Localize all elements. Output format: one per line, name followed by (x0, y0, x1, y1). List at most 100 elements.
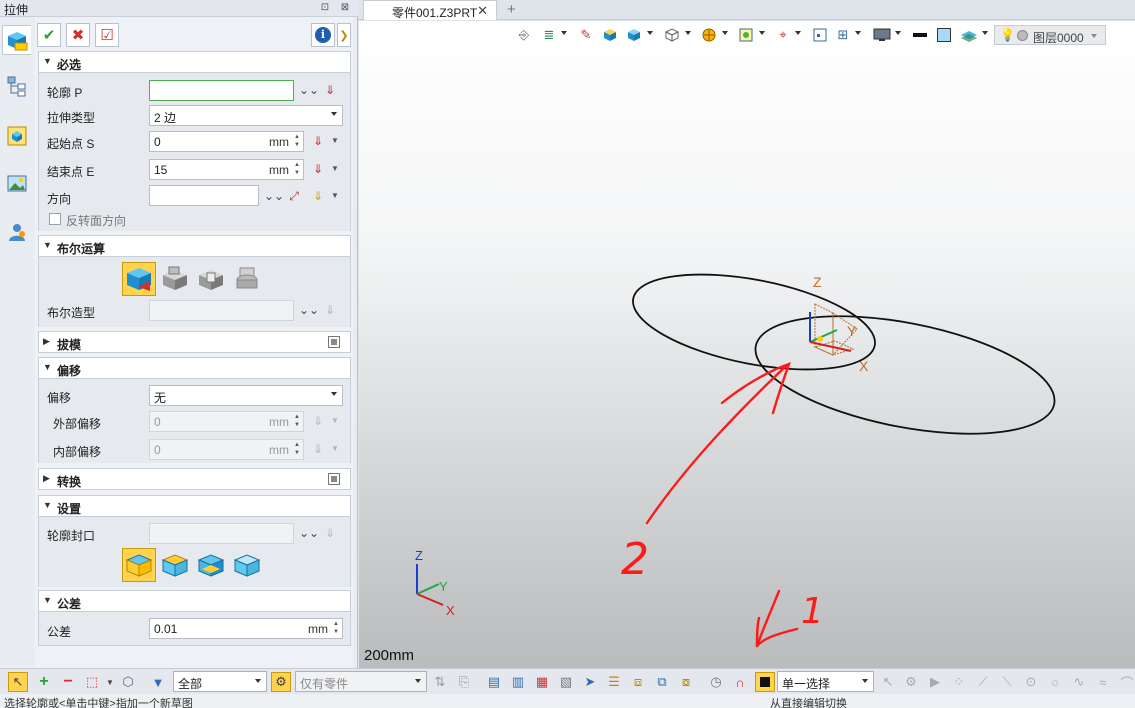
outer-offset-caret-icon[interactable]: ▼ (331, 416, 339, 425)
boolean-base-button[interactable] (122, 262, 156, 296)
cursor-gray-icon[interactable]: ↖ (878, 672, 898, 692)
cap-input[interactable] (149, 523, 294, 544)
vtab-views[interactable] (2, 169, 31, 199)
sketch-circle-front[interactable] (746, 295, 1064, 455)
cap-chevron-icon[interactable]: ⌄⌄ (299, 524, 319, 542)
boolean-intersect-button[interactable] (230, 262, 264, 296)
select-list-icon[interactable]: ☰ (604, 672, 624, 692)
direction-pick-icon[interactable]: ⇓ (309, 187, 327, 205)
ok-button[interactable]: ✔ (37, 23, 61, 47)
pick-cursor-icon[interactable]: ↖ (8, 672, 28, 692)
sketch-circle-back[interactable] (625, 257, 883, 386)
boolean-pick-icon[interactable]: ⇓ (321, 301, 339, 319)
profile-input[interactable] (149, 80, 294, 101)
inner-offset-pick-icon[interactable]: ⇓ (309, 440, 327, 458)
end-pick-caret-icon[interactable]: ▼ (331, 164, 339, 173)
vtab-history[interactable] (2, 71, 31, 101)
inner-offset-caret-icon[interactable]: ▼ (331, 444, 339, 453)
history-clock-icon[interactable]: ◷ (706, 672, 726, 692)
transform-enable-checkbox[interactable] (328, 473, 340, 485)
diag-snap-icon[interactable]: ⟍ (997, 672, 1017, 692)
outer-offset-input[interactable]: 0 mm ▲ ▼ (149, 411, 304, 432)
reverse-face-checkbox[interactable] (49, 213, 61, 225)
box-select-caret-icon[interactable]: ▼ (100, 672, 120, 692)
section-required-header[interactable]: ▼ 必选 (38, 51, 351, 73)
center-snap-icon[interactable]: ⊙ (1021, 672, 1041, 692)
magnet-icon[interactable]: ∩ (730, 672, 750, 692)
close-tab-icon[interactable]: ✕ (477, 3, 488, 19)
boolean-chevron-icon[interactable]: ⌄⌄ (299, 301, 319, 319)
arc-snap-icon[interactable]: ⌒ (1117, 672, 1135, 692)
spinner-icon[interactable]: ▲ ▼ (293, 133, 301, 149)
spinner-icon[interactable]: ▲ ▼ (293, 413, 301, 429)
select-vertex-icon[interactable]: ▦ (532, 672, 552, 692)
extrude-type-select[interactable]: 2 边 (149, 105, 343, 126)
collapse-panel-button[interactable]: ❯ (337, 23, 351, 47)
direction-pick-caret-icon[interactable]: ▼ (331, 191, 339, 200)
direction-input[interactable] (149, 185, 259, 206)
select-group-icon[interactable]: ⧇ (676, 672, 696, 692)
tab-document[interactable]: 零件001.Z3PRT ✕ (363, 0, 497, 20)
part-filter-icon[interactable]: ⚙ (271, 672, 291, 692)
cancel-button[interactable]: ✖ (66, 23, 90, 47)
draft-enable-checkbox[interactable] (328, 336, 340, 348)
select-part-icon[interactable]: ⧈ (628, 672, 648, 692)
play-icon[interactable]: ▶ (925, 672, 945, 692)
add-selection-icon[interactable]: + (34, 672, 54, 692)
section-tolerance-header[interactable]: ▼ 公差 (38, 590, 351, 612)
select-body-icon[interactable]: ⧉ (652, 672, 672, 692)
end-pick-icon[interactable]: ⇓ (309, 160, 327, 178)
snap-icon-b[interactable]: ⎘ (454, 672, 474, 692)
cap-bottom-button[interactable] (194, 548, 228, 582)
cap-pick-icon[interactable]: ⇓ (321, 524, 339, 542)
offset-select[interactable]: 无 (149, 385, 343, 406)
apply-button[interactable]: ☑ (95, 23, 119, 47)
section-draft-header[interactable]: ▶ 拔模 (38, 331, 351, 353)
boolean-add-button[interactable] (158, 262, 192, 296)
vtab-parts[interactable] (2, 121, 31, 151)
start-pick-icon[interactable]: ⇓ (309, 132, 327, 150)
wave-snap-icon[interactable]: ≈ (1093, 672, 1113, 692)
section-settings-header[interactable]: ▼ 设置 (38, 495, 351, 517)
outer-offset-pick-icon[interactable]: ⇓ (309, 412, 327, 430)
select-feature-icon[interactable]: ▧ (556, 672, 576, 692)
3d-viewport[interactable]: ⎆ ≣ ✎ ⌖ ⊞ 💡 图层0000 Z Y X Z Y X 2 1 200mm (359, 21, 1135, 668)
cap-none-button[interactable] (230, 548, 264, 582)
boolean-shape-input[interactable] (149, 300, 294, 321)
start-point-input[interactable]: 0 mm ▲ ▼ (149, 131, 304, 152)
boolean-subtract-button[interactable] (194, 262, 228, 296)
spinner-icon[interactable]: ▲ ▼ (293, 161, 301, 177)
spinner-icon[interactable]: ▲ ▼ (332, 620, 340, 636)
filter-select[interactable]: 全部 (173, 671, 267, 692)
direction-chevron-icon[interactable]: ⌄⌄ (264, 187, 284, 205)
single-select-icon[interactable] (755, 672, 775, 692)
part-filter-select[interactable]: 仅有零件 (295, 671, 427, 692)
select-mode-select[interactable]: 单一选择 (777, 671, 874, 692)
add-tab-icon[interactable]: + (507, 1, 516, 18)
tolerance-input[interactable]: 0.01 mm ▲ ▼ (149, 618, 343, 639)
select-face-icon[interactable]: ▤ (484, 672, 504, 692)
lasso-icon[interactable]: ⬡ (118, 672, 138, 692)
section-offset-header[interactable]: ▼ 偏移 (38, 357, 351, 379)
vtab-user[interactable] (2, 217, 31, 247)
inner-offset-input[interactable]: 0 mm ▲ ▼ (149, 439, 304, 460)
spinner-icon[interactable]: ▲ ▼ (293, 441, 301, 457)
circle-snap-icon[interactable]: ○ (1045, 672, 1065, 692)
section-transform-header[interactable]: ▶ 转换 (38, 468, 351, 490)
start-pick-caret-icon[interactable]: ▼ (331, 136, 339, 145)
gear-gray-icon[interactable]: ⚙ (901, 672, 921, 692)
reverse-direction-icon[interactable]: ⤢ (285, 187, 303, 205)
section-boolean-header[interactable]: ▼ 布尔运算 (38, 235, 351, 257)
help-button[interactable]: i (311, 23, 335, 47)
pick-red-icon[interactable]: ⇓ (321, 81, 339, 99)
filter-icon[interactable]: ▼ (148, 672, 168, 692)
snap-icon-a[interactable]: ⇅ (430, 672, 450, 692)
point-snap-icon[interactable]: ⁘ (949, 672, 969, 692)
close-panel-icon[interactable]: ⊠ (338, 1, 352, 15)
cap-top-button[interactable] (158, 548, 192, 582)
select-edge-icon[interactable]: ▥ (508, 672, 528, 692)
vtab-feature[interactable] (2, 25, 31, 55)
cap-both-button[interactable] (122, 548, 156, 582)
double-chevron-icon[interactable]: ⌄⌄ (299, 81, 319, 99)
scene-canvas[interactable]: Z Y X Z Y X 2 1 (359, 21, 1135, 668)
